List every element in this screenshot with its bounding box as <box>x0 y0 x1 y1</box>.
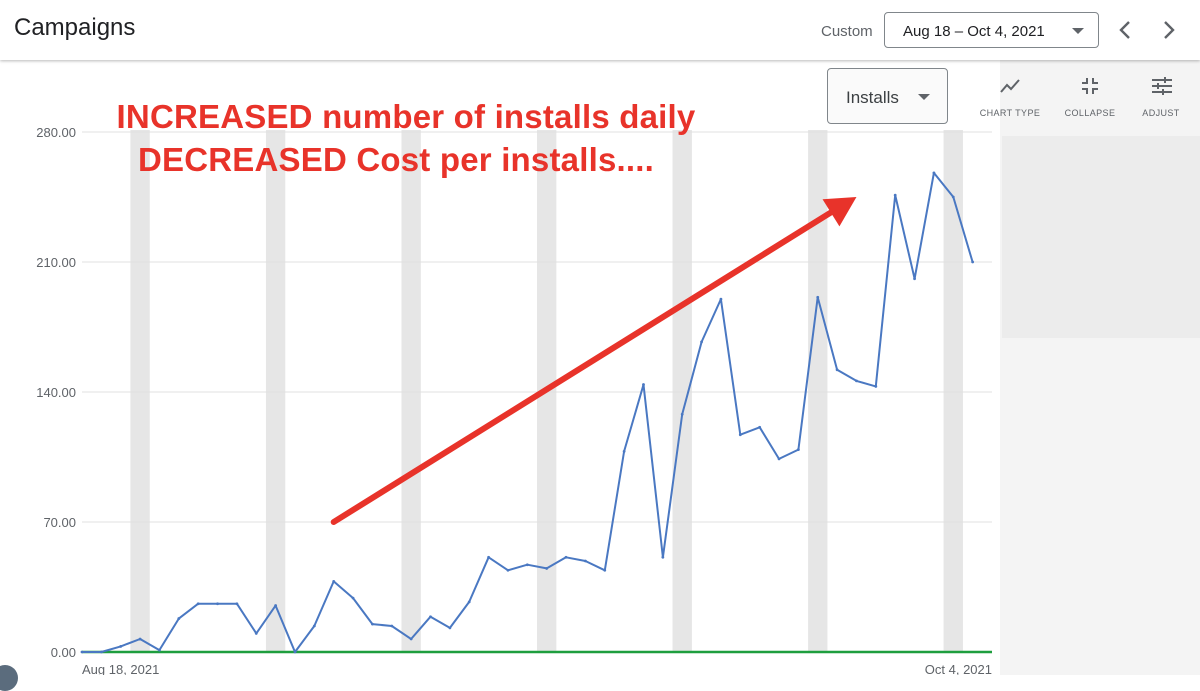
x-tick-label: Oct 4, 2021 <box>925 662 992 675</box>
data-point <box>642 383 645 386</box>
data-point <box>216 602 219 606</box>
annotation-line-2: DECREASED Cost per installs.... <box>138 141 654 178</box>
x-tick-label: Aug 18, 2021 <box>82 662 159 675</box>
y-tick-label: 140.00 <box>36 385 76 400</box>
date-range-select[interactable]: Aug 18 – Oct 4, 2021 <box>884 12 1099 48</box>
next-period-button[interactable] <box>1157 16 1181 44</box>
date-range-value: Aug 18 – Oct 4, 2021 <box>903 23 1045 40</box>
data-point <box>855 379 858 383</box>
data-point <box>293 650 297 654</box>
data-point <box>196 602 200 606</box>
data-point <box>332 580 336 583</box>
metric-select[interactable]: Installs <box>827 68 948 124</box>
adjust-button[interactable]: ADJUST <box>1126 74 1196 122</box>
data-point <box>951 195 955 199</box>
collapse-button[interactable]: COLLAPSE <box>1055 74 1125 122</box>
data-point <box>448 626 452 630</box>
data-point <box>390 624 394 628</box>
data-point <box>119 645 123 648</box>
data-point <box>371 622 374 626</box>
data-point <box>932 171 936 175</box>
annotation-line-1: INCREASED number of installs daily <box>116 98 696 135</box>
data-point <box>874 385 878 388</box>
data-point <box>525 563 529 567</box>
metric-value: Installs <box>846 88 899 107</box>
chevron-right-icon <box>1164 21 1175 39</box>
chevron-left-icon <box>1119 21 1130 39</box>
tune-icon <box>1152 77 1172 95</box>
data-point <box>467 600 471 604</box>
data-point <box>99 650 103 654</box>
legend-panel <box>1002 136 1200 338</box>
data-point <box>545 567 549 570</box>
data-point <box>700 340 703 344</box>
page-title: Campaigns <box>14 14 136 41</box>
data-point <box>80 650 84 654</box>
line-chart-icon <box>1000 79 1020 93</box>
data-point <box>351 596 355 600</box>
previous-period-button[interactable] <box>1113 16 1137 44</box>
data-point <box>429 615 432 619</box>
data-point <box>680 412 684 416</box>
data-point <box>893 193 897 197</box>
data-point <box>506 568 510 572</box>
data-point <box>622 450 626 453</box>
dropdown-arrow-icon <box>918 94 930 100</box>
weekend-band <box>943 130 963 652</box>
chart-type-button[interactable]: CHART TYPE <box>975 74 1045 122</box>
adjust-label: ADJUST <box>1142 108 1180 118</box>
data-point <box>603 568 607 572</box>
data-point <box>835 368 839 372</box>
collapse-label: COLLAPSE <box>1064 108 1116 118</box>
data-point <box>158 648 161 652</box>
data-point <box>177 617 181 620</box>
data-point <box>584 559 587 563</box>
data-point <box>971 260 975 264</box>
data-point <box>254 632 258 635</box>
data-point <box>138 637 142 641</box>
y-tick-label: 0.00 <box>51 645 76 660</box>
y-tick-label: 210.00 <box>36 255 76 270</box>
data-point <box>816 295 820 299</box>
weekend-band <box>401 130 421 652</box>
weekend-band <box>808 130 828 652</box>
date-range-type-label: Custom <box>821 23 873 40</box>
weekend-band <box>130 130 150 652</box>
data-point <box>796 448 800 451</box>
y-tick-label: 70.00 <box>43 515 76 530</box>
dropdown-arrow-icon <box>1072 28 1084 34</box>
data-point <box>409 637 413 641</box>
data-point <box>719 297 723 301</box>
data-point <box>758 425 762 429</box>
chart-type-label: CHART TYPE <box>979 108 1041 118</box>
data-point <box>274 604 278 607</box>
data-point <box>738 433 742 437</box>
data-point <box>235 602 239 606</box>
data-point <box>312 624 316 628</box>
data-point <box>777 457 781 461</box>
collapse-icon <box>1082 78 1098 94</box>
data-point <box>564 555 568 559</box>
data-point <box>487 555 490 559</box>
data-point <box>661 555 665 559</box>
data-point <box>913 277 916 281</box>
weekend-band <box>265 130 286 652</box>
page-header: Campaigns Custom Aug 18 – Oct 4, 2021 <box>0 0 1200 60</box>
